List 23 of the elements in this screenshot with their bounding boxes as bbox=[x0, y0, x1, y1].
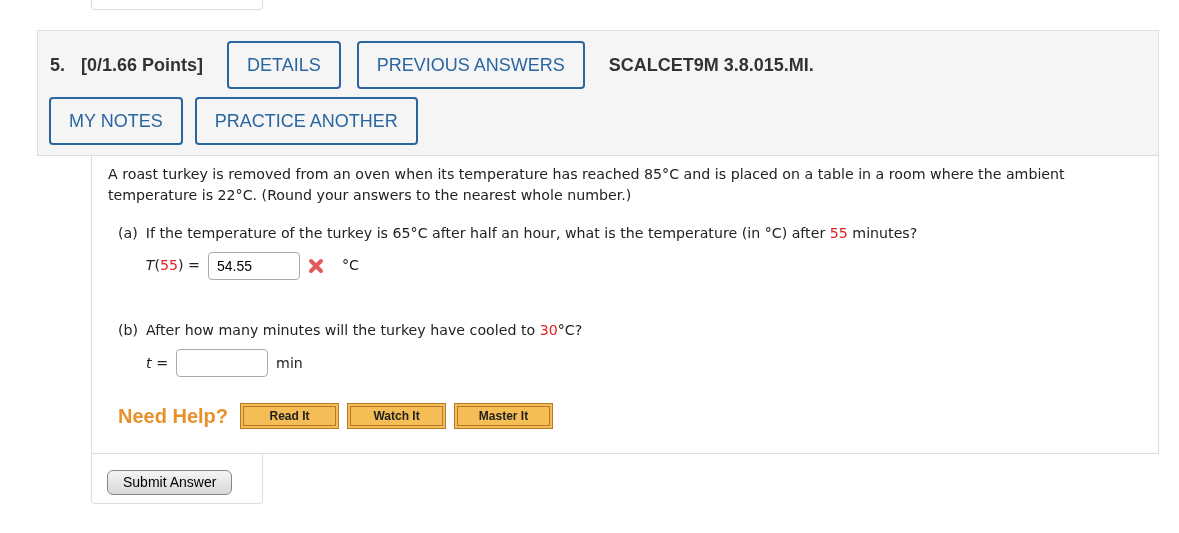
answer-label: t = bbox=[146, 353, 169, 373]
part-label: (b) bbox=[118, 320, 139, 340]
watch-it-button[interactable]: Watch It bbox=[347, 403, 447, 430]
part-prompt: If the temperature of the turkey is 65°C after half an hour, what is the temperature (in °C) after 55 minutes? bbox=[145, 223, 918, 243]
answer-label: T(55) = bbox=[145, 256, 200, 276]
unit-label: min bbox=[276, 353, 303, 373]
answer-field[interactable] bbox=[176, 349, 269, 378]
part-label: (a) bbox=[118, 223, 138, 243]
previous-answers-button[interactable]: PREVIOUS ANSWERS bbox=[356, 41, 585, 89]
unit-label: °C bbox=[342, 256, 359, 276]
details-button[interactable]: DETAILS bbox=[227, 41, 341, 89]
my-notes-button[interactable]: MY NOTES bbox=[49, 97, 183, 145]
points-score: [0/1.66 Points] bbox=[81, 53, 204, 77]
read-it-button[interactable]: Read It bbox=[240, 403, 340, 430]
practice-another-button[interactable]: PRACTICE ANOTHER bbox=[194, 97, 418, 145]
answer-field[interactable]: 54.55 bbox=[208, 251, 300, 280]
master-it-button[interactable]: Master It bbox=[454, 403, 554, 430]
part-prompt: After how many minutes will the turkey have cooled to 30°C? bbox=[146, 320, 583, 340]
problem-code: SCALCET9M 3.8.015.MI. bbox=[608, 53, 814, 77]
submit-answer-button[interactable]: Submit Answer bbox=[107, 470, 233, 496]
question-text: A roast turkey is removed from an oven when its temperature has reached 85°C and is placed on a table in a room where the ambient temperature is 22°C. (Round your answers to the nearest whole number.) bbox=[108, 165, 1066, 206]
need-help-label: Need Help? bbox=[118, 404, 229, 430]
question-number: 5. bbox=[50, 53, 65, 77]
